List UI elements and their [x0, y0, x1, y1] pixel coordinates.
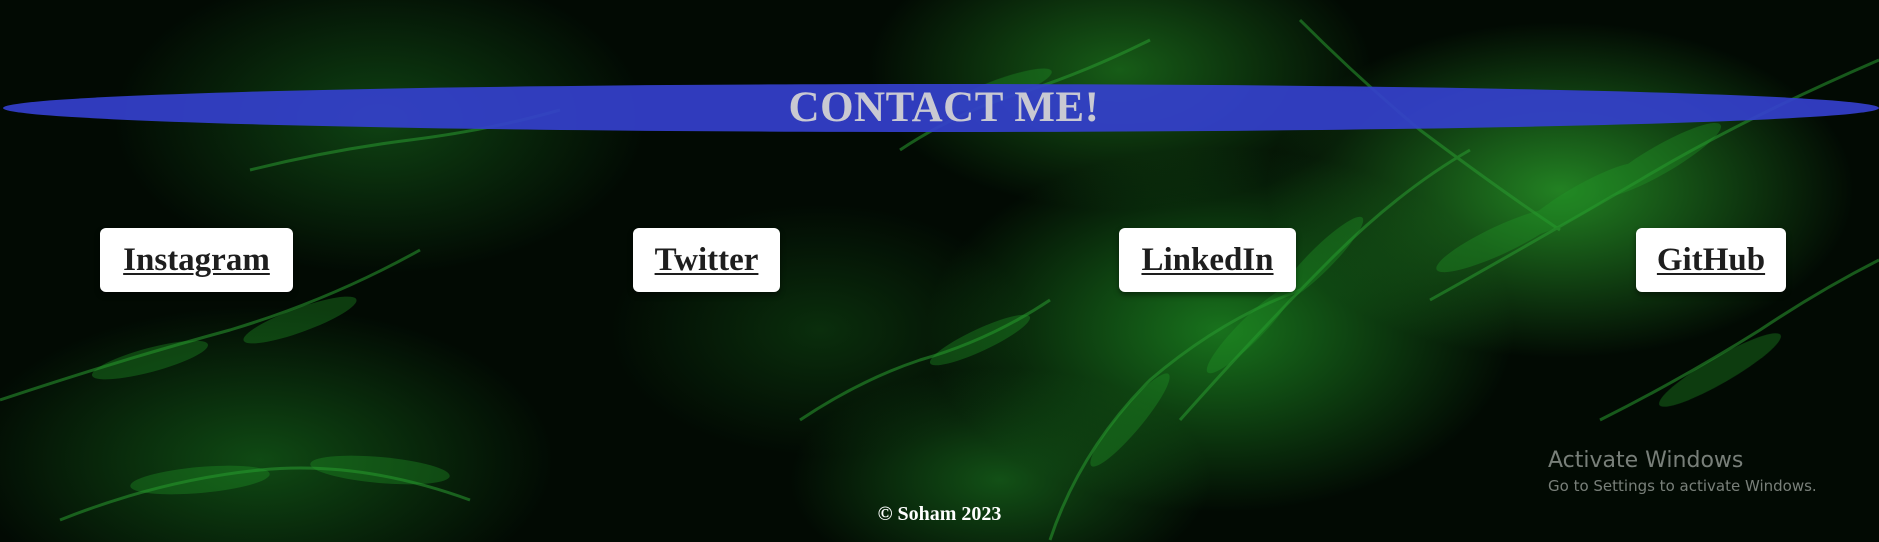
twitter-link-label: Twitter [654, 241, 759, 278]
linkedin-link-label: LinkedIn [1141, 241, 1274, 278]
activate-windows-watermark: Activate Windows Go to Settings to activ… [1548, 447, 1817, 497]
twitter-link-button[interactable]: Twitter [633, 228, 780, 292]
github-link-label: GitHub [1656, 241, 1766, 278]
footer-copyright: © Soham 2023 [877, 503, 1002, 525]
page-title: CONTACT ME! [788, 84, 1100, 131]
instagram-link-label: Instagram [123, 241, 270, 278]
linkedin-link-button[interactable]: LinkedIn [1119, 228, 1296, 292]
watermark-subtitle: Go to Settings to activate Windows. [1548, 477, 1817, 495]
instagram-link-button[interactable]: Instagram [100, 228, 293, 292]
watermark-title: Activate Windows [1548, 448, 1744, 473]
github-link-button[interactable]: GitHub [1636, 228, 1786, 292]
contact-banner: CONTACT ME! [3, 84, 1879, 132]
